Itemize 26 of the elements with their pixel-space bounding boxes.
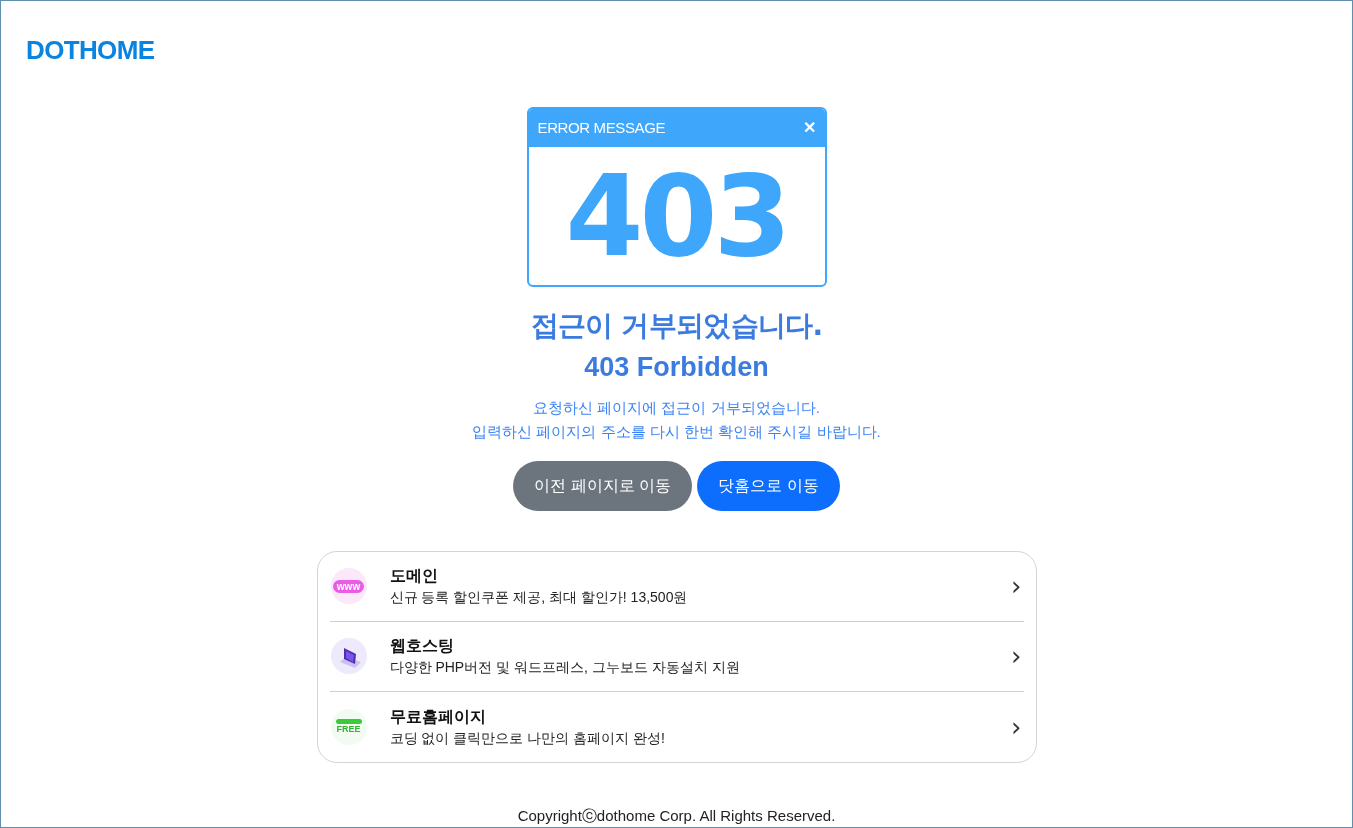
service-title: 도메인	[389, 566, 439, 586]
copyright-text: Copyrightⓒdothome Corp. All Rights Reserved.	[517, 805, 836, 826]
service-description: 다양한 PHP버전 및 워드프레스, 그누보드 자동설치 지원	[389, 658, 741, 677]
service-title: 무료홈페이지	[389, 706, 487, 727]
chevron-icon: ›	[1011, 643, 1022, 669]
logo[interactable]: DOTHOME	[26, 35, 155, 65]
chevron-icon: ›	[1011, 573, 1022, 599]
home-button[interactable]: 닷홈으로 이동	[697, 460, 840, 511]
chevron-icon: ›	[1011, 713, 1022, 740]
free-icon: FREE	[330, 708, 367, 745]
message-text: 요청하신 페이지에 접근이 거부되었습니다.	[533, 397, 820, 418]
www-icon: www	[330, 568, 367, 604]
message-text: 입력하신 페이지의 주소를 다시 한번 확인해 주시길 바랍니다.	[472, 421, 881, 442]
laptop-icon	[330, 638, 367, 674]
close-icon[interactable]: ✕	[802, 116, 816, 140]
service-item[interactable]: 웹호스팅 다양한 PHP버전 및 워드프레스, 그누보드 자동설치 지원 ›	[329, 621, 1024, 692]
error-subheading: 403 Forbidden	[584, 351, 769, 384]
window-title: ERROR MESSAGE	[537, 117, 666, 138]
service-item[interactable]: www 도메인 신규 등록 할인쿠폰 제공, 최대 할인가! 13,500원 ›	[329, 551, 1024, 622]
back-button[interactable]: 이전 페이지로 이동	[513, 460, 693, 511]
error-heading: 접근이 거부되었습니다.	[530, 308, 823, 344]
service-item[interactable]: FREE 무료홈페이지 코딩 없이 클릭만으로 나만의 홈페이지 완성! ›	[329, 691, 1024, 762]
service-title: 웹호스팅	[389, 636, 455, 656]
error-code: 403	[565, 160, 788, 272]
service-description: 신규 등록 할인쿠폰 제공, 최대 할인가! 13,500원	[389, 588, 689, 607]
service-description: 코딩 없이 클릭만으로 나만의 홈페이지 완성!	[389, 728, 666, 748]
